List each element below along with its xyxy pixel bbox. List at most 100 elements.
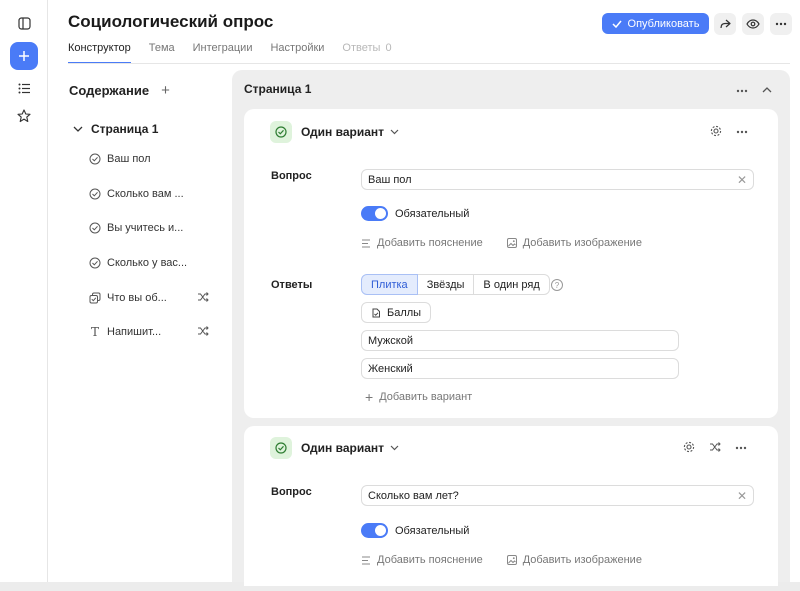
radio-check-icon: [89, 153, 101, 165]
clear-icon[interactable]: ✕: [737, 173, 747, 187]
required-label: Обязательный: [395, 207, 470, 220]
sidebar-question-label: Напишит...: [107, 326, 162, 338]
text-lines-icon: [362, 556, 370, 564]
sidebar-page-item[interactable]: Страница 1: [73, 122, 158, 136]
shuffle-icon[interactable]: [709, 441, 721, 456]
answer-view-switch: Плитка Звёзды В один ряд: [361, 274, 550, 295]
preview-eye-icon[interactable]: [742, 13, 764, 35]
publish-button[interactable]: Опубликовать: [602, 13, 709, 34]
answers-field-label: Ответы: [271, 279, 313, 291]
sidebar-question-label: Вы учитесь и...: [107, 222, 184, 234]
question-type-label: Один вариант: [301, 441, 385, 455]
view-tiles-button[interactable]: Плитка: [361, 274, 418, 295]
header-divider: [68, 63, 790, 64]
question-input[interactable]: Сколько вам лет? ✕: [361, 485, 754, 506]
add-variant-label: Добавить вариант: [379, 391, 473, 403]
sidebar-question-item[interactable]: Ваш пол: [89, 151, 151, 167]
card-actions: [683, 441, 747, 456]
shuffle-icon: [197, 291, 209, 305]
tab-answers-label: Ответы: [342, 42, 381, 54]
chevron-down-icon: [390, 445, 399, 451]
sidebar-question-item[interactable]: Сколько у вас...: [89, 255, 187, 271]
tab-constructor[interactable]: Конструктор: [68, 42, 131, 64]
extras-row: Добавить пояснение Добавить изображение: [361, 237, 642, 249]
sidebar-question-label: Что вы об...: [107, 292, 167, 304]
text-lines-icon: [362, 239, 370, 247]
required-toggle[interactable]: [361, 206, 388, 221]
required-toggle-row[interactable]: Обязательный: [361, 206, 469, 221]
multi-choice-icon: [89, 292, 101, 304]
plus-icon: +: [365, 389, 374, 405]
sidebar-question-item[interactable]: Сколько вам ...: [89, 186, 184, 202]
page-more-icon[interactable]: [736, 82, 748, 96]
question-type-select[interactable]: Один вариант: [301, 125, 399, 139]
sidebar-question-item[interactable]: Что вы об...: [89, 290, 219, 306]
help-icon[interactable]: ?: [551, 279, 563, 291]
add-explanation-label: Добавить пояснение: [377, 554, 483, 566]
add-image-link[interactable]: Добавить изображение: [506, 237, 642, 249]
question-input-value: Ваш пол: [368, 173, 412, 186]
question-field-label: Вопрос: [271, 170, 312, 182]
chevron-down-icon: [390, 129, 399, 135]
extras-row: Добавить пояснение Добавить изображение: [361, 554, 642, 566]
sidebar-question-label: Ваш пол: [107, 153, 151, 165]
add-explanation-link[interactable]: Добавить пояснение: [361, 554, 483, 566]
publish-label: Опубликовать: [627, 17, 700, 30]
star-icon[interactable]: [11, 103, 37, 129]
shuffle-icon: [197, 325, 209, 339]
tab-answers[interactable]: Ответы 0: [342, 42, 391, 64]
add-image-label: Добавить изображение: [522, 554, 642, 566]
more-menu-icon[interactable]: [770, 13, 792, 35]
question-type-label: Один вариант: [301, 125, 385, 139]
panel-toggle-icon[interactable]: [11, 10, 37, 36]
question-input[interactable]: Ваш пол ✕: [361, 169, 754, 190]
add-explanation-link[interactable]: Добавить пояснение: [361, 237, 483, 249]
page-actions: [736, 82, 772, 96]
question-field-label: Вопрос: [271, 486, 312, 498]
points-button[interactable]: Баллы: [361, 302, 432, 323]
contents-header: Содержание +: [69, 82, 170, 99]
radio-check-icon: [89, 188, 101, 200]
required-toggle-row[interactable]: Обязательный: [361, 523, 469, 538]
single-choice-icon: [270, 437, 292, 459]
question-type-select[interactable]: Один вариант: [301, 441, 399, 455]
add-page-icon[interactable]: +: [161, 82, 170, 99]
share-icon[interactable]: [714, 13, 736, 35]
answer-option-input[interactable]: Мужской: [361, 330, 679, 351]
chevron-up-icon[interactable]: [762, 82, 772, 96]
view-stars-button[interactable]: Звёзды: [416, 274, 475, 295]
radio-check-icon: [89, 257, 101, 269]
view-row-button[interactable]: В один ряд: [473, 274, 550, 295]
tab-theme[interactable]: Тема: [149, 42, 175, 64]
card-actions: [710, 125, 748, 140]
sidebar-question-label: Сколько у вас...: [107, 257, 188, 269]
radio-check-icon: [89, 222, 101, 234]
question-input-value: Сколько вам лет?: [368, 489, 459, 502]
sidebar-question-item[interactable]: Вы учитесь и...: [89, 220, 183, 236]
tab-integrations[interactable]: Интеграции: [193, 42, 253, 64]
clear-icon[interactable]: ✕: [737, 489, 747, 503]
add-form-button[interactable]: [10, 42, 38, 70]
gear-icon[interactable]: [683, 441, 695, 456]
required-toggle[interactable]: [361, 523, 388, 538]
card-more-icon[interactable]: [735, 441, 747, 456]
answers-count: 0: [385, 42, 392, 54]
add-explanation-label: Добавить пояснение: [377, 237, 483, 249]
tab-settings[interactable]: Настройки: [270, 42, 324, 64]
contents-title: Содержание: [69, 83, 150, 98]
card-more-icon[interactable]: [736, 125, 748, 140]
sidebar-question-item[interactable]: T Напишит...: [89, 324, 219, 340]
add-image-link[interactable]: Добавить изображение: [506, 554, 642, 566]
gear-icon[interactable]: [710, 125, 722, 140]
single-choice-icon: [270, 121, 292, 143]
chevron-down-icon[interactable]: [73, 126, 83, 132]
image-icon: [506, 555, 517, 565]
list-icon[interactable]: [11, 75, 37, 101]
add-variant-button[interactable]: + Добавить вариант: [365, 389, 472, 405]
check-icon: [612, 20, 622, 28]
app-window: Социологический опрос Конструктор Тема И…: [0, 0, 800, 586]
tab-bar: Конструктор Тема Интеграции Настройки От…: [68, 42, 392, 64]
page-title: Социологический опрос: [68, 12, 274, 31]
answer-option-input[interactable]: Женский: [361, 358, 679, 379]
points-icon: [372, 308, 380, 317]
